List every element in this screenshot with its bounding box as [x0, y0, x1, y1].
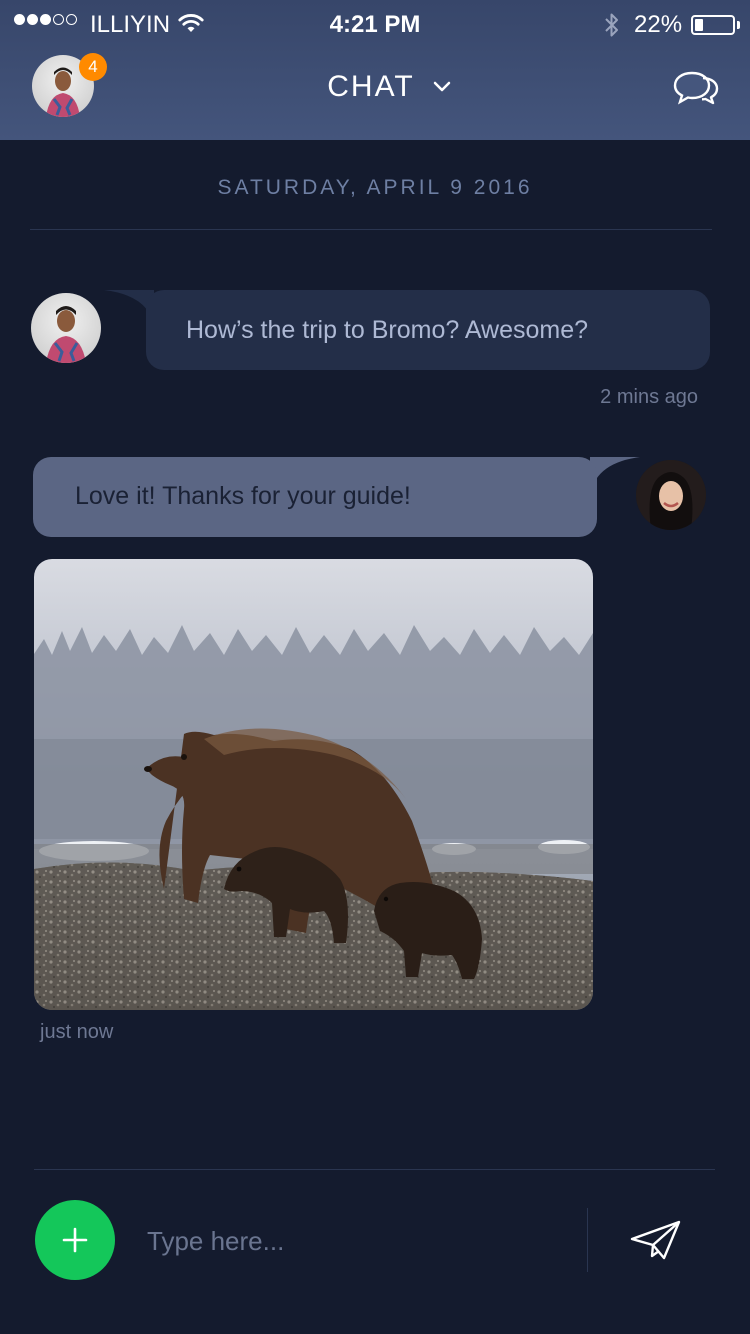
message-timestamp: 2 mins ago	[600, 386, 698, 408]
plus-icon	[62, 1227, 88, 1253]
woman-avatar-image	[636, 460, 706, 530]
paper-plane-icon[interactable]	[628, 1218, 684, 1262]
add-attachment-button[interactable]	[35, 1200, 115, 1280]
composer-separator	[587, 1208, 588, 1272]
date-divider	[30, 229, 712, 230]
chat-bubbles-icon[interactable]	[672, 70, 720, 108]
page-title: CHAT	[327, 70, 415, 103]
shared-photo[interactable]	[34, 559, 593, 1010]
chat-title-dropdown[interactable]: CHAT	[299, 70, 450, 104]
composer-divider	[34, 1169, 715, 1170]
bluetooth-icon	[605, 13, 618, 37]
message-input[interactable]	[145, 1214, 569, 1268]
sender-avatar[interactable]	[31, 293, 101, 363]
battery-percent: 22%	[634, 11, 683, 38]
my-avatar[interactable]	[636, 460, 706, 530]
battery-icon	[691, 15, 735, 35]
app-header: ILLIYIN 4:21 PM 22% 4 CHAT	[0, 0, 750, 140]
chevron-down-icon	[433, 81, 450, 92]
battery-level	[695, 19, 703, 31]
photo-timestamp: just now	[40, 1021, 114, 1043]
battery-nub	[737, 21, 740, 29]
conversation-date: SATURDAY, APRIL 9 2016	[217, 176, 533, 199]
outgoing-message-bubble: Love it! Thanks for your guide!	[33, 457, 597, 537]
man-avatar-image	[46, 306, 86, 363]
incoming-message-bubble: How’s the trip to Bromo? Awesome?	[146, 290, 710, 370]
status-bar: ILLIYIN 4:21 PM 22%	[0, 0, 750, 50]
header-title-row: CHAT	[0, 70, 750, 104]
bears-photo	[34, 559, 593, 1010]
